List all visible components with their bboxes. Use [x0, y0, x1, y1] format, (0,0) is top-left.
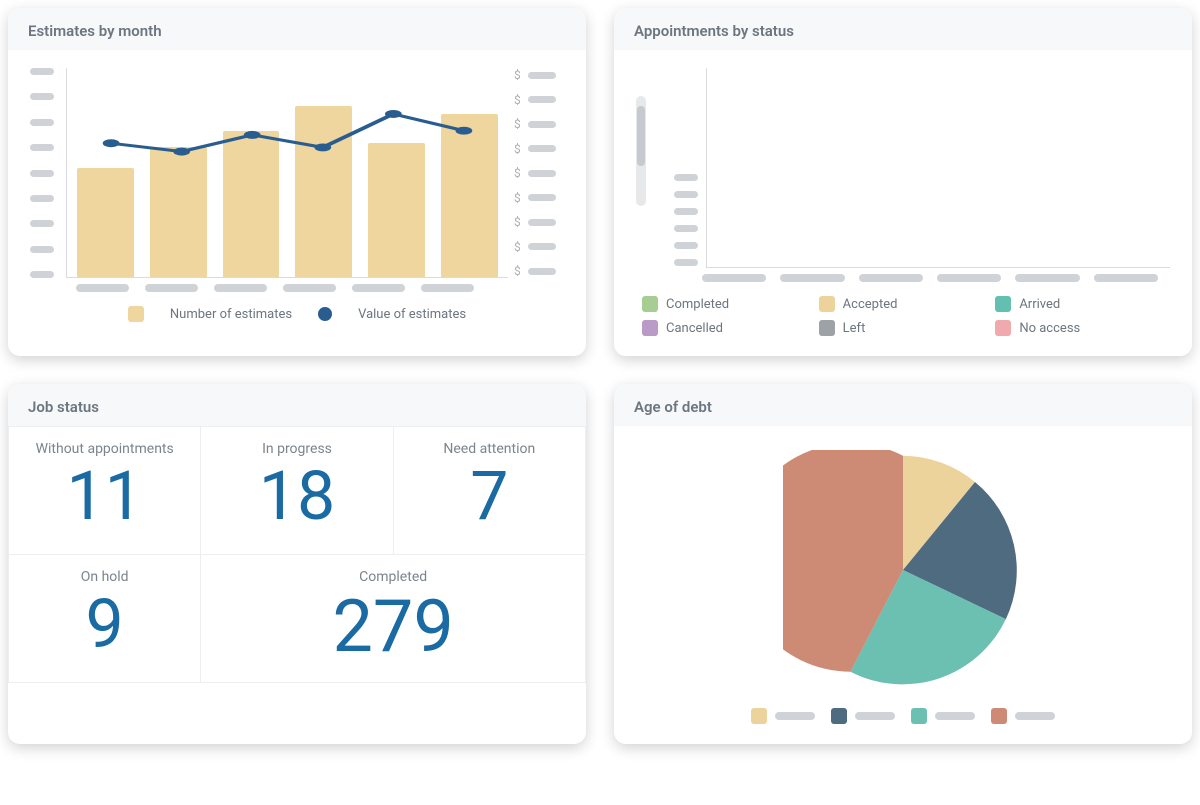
- legend-swatch-arrived: [995, 296, 1011, 312]
- legend-label-bars: Number of estimates: [170, 307, 292, 322]
- jobstatus-grid: Without appointments 11 In progress 18 N…: [8, 426, 586, 683]
- estimates-x-axis: [30, 278, 564, 292]
- estimates-title: Estimates by month: [8, 8, 586, 50]
- legend-swatch-pie-d: [991, 708, 1007, 724]
- legend-label-line: Value of estimates: [358, 307, 466, 322]
- appointments-chart: [636, 68, 1170, 268]
- estimates-bar: [295, 106, 352, 277]
- legend-swatch-cancelled: [642, 320, 658, 336]
- ageofdebt-title: Age of debt: [614, 384, 1192, 426]
- legend-swatch-pie-a: [751, 708, 767, 724]
- ageofdebt-pie: [636, 444, 1170, 694]
- estimates-bar: [77, 168, 134, 277]
- jobstatus-title: Job status: [8, 384, 586, 426]
- estimates-y-right-axis: $ $ $ $ $ $ $ $ $: [514, 68, 564, 278]
- appointments-y-axis: [658, 68, 698, 268]
- jobstatus-cell-in-progress[interactable]: In progress 18: [201, 427, 393, 555]
- ageofdebt-card: Age of debt: [614, 384, 1192, 744]
- legend-swatch-pie-c: [911, 708, 927, 724]
- estimates-chart: $ $ $ $ $ $ $ $ $: [30, 68, 564, 278]
- estimates-bar: [368, 143, 425, 277]
- estimates-bar: [150, 147, 207, 277]
- legend-swatch-line: [318, 307, 332, 321]
- estimates-bar: [223, 131, 280, 277]
- legend-swatch-accepted: [819, 296, 835, 312]
- legend-swatch-pie-b: [831, 708, 847, 724]
- jobstatus-cell-without-appointments[interactable]: Without appointments 11: [9, 427, 201, 555]
- estimates-y-left-axis: [30, 68, 60, 278]
- legend-swatch-bars: [128, 306, 144, 322]
- appointments-card: Appointments by status: [614, 8, 1192, 356]
- appointments-x-axis: [636, 268, 1170, 282]
- jobstatus-cell-need-attention[interactable]: Need attention 7: [394, 427, 586, 555]
- ageofdebt-legend: [636, 694, 1170, 724]
- jobstatus-cell-completed[interactable]: Completed 279: [201, 555, 586, 683]
- estimates-legend: Number of estimates Value of estimates: [30, 292, 564, 322]
- appointments-plot-area: [706, 68, 1170, 268]
- estimates-card: Estimates by month: [8, 8, 586, 356]
- legend-swatch-left: [819, 320, 835, 336]
- jobstatus-card: Job status Without appointments 11 In pr…: [8, 384, 586, 744]
- appointments-title: Appointments by status: [614, 8, 1192, 50]
- appointments-legend: Completed Accepted Arrived Cancelled Lef…: [636, 282, 1170, 336]
- legend-swatch-noaccess: [995, 320, 1011, 336]
- estimates-bar: [441, 114, 498, 277]
- appointments-scrollbar[interactable]: [636, 68, 650, 268]
- jobstatus-cell-on-hold[interactable]: On hold 9: [9, 555, 201, 683]
- legend-swatch-completed: [642, 296, 658, 312]
- estimates-plot-area: [66, 68, 508, 278]
